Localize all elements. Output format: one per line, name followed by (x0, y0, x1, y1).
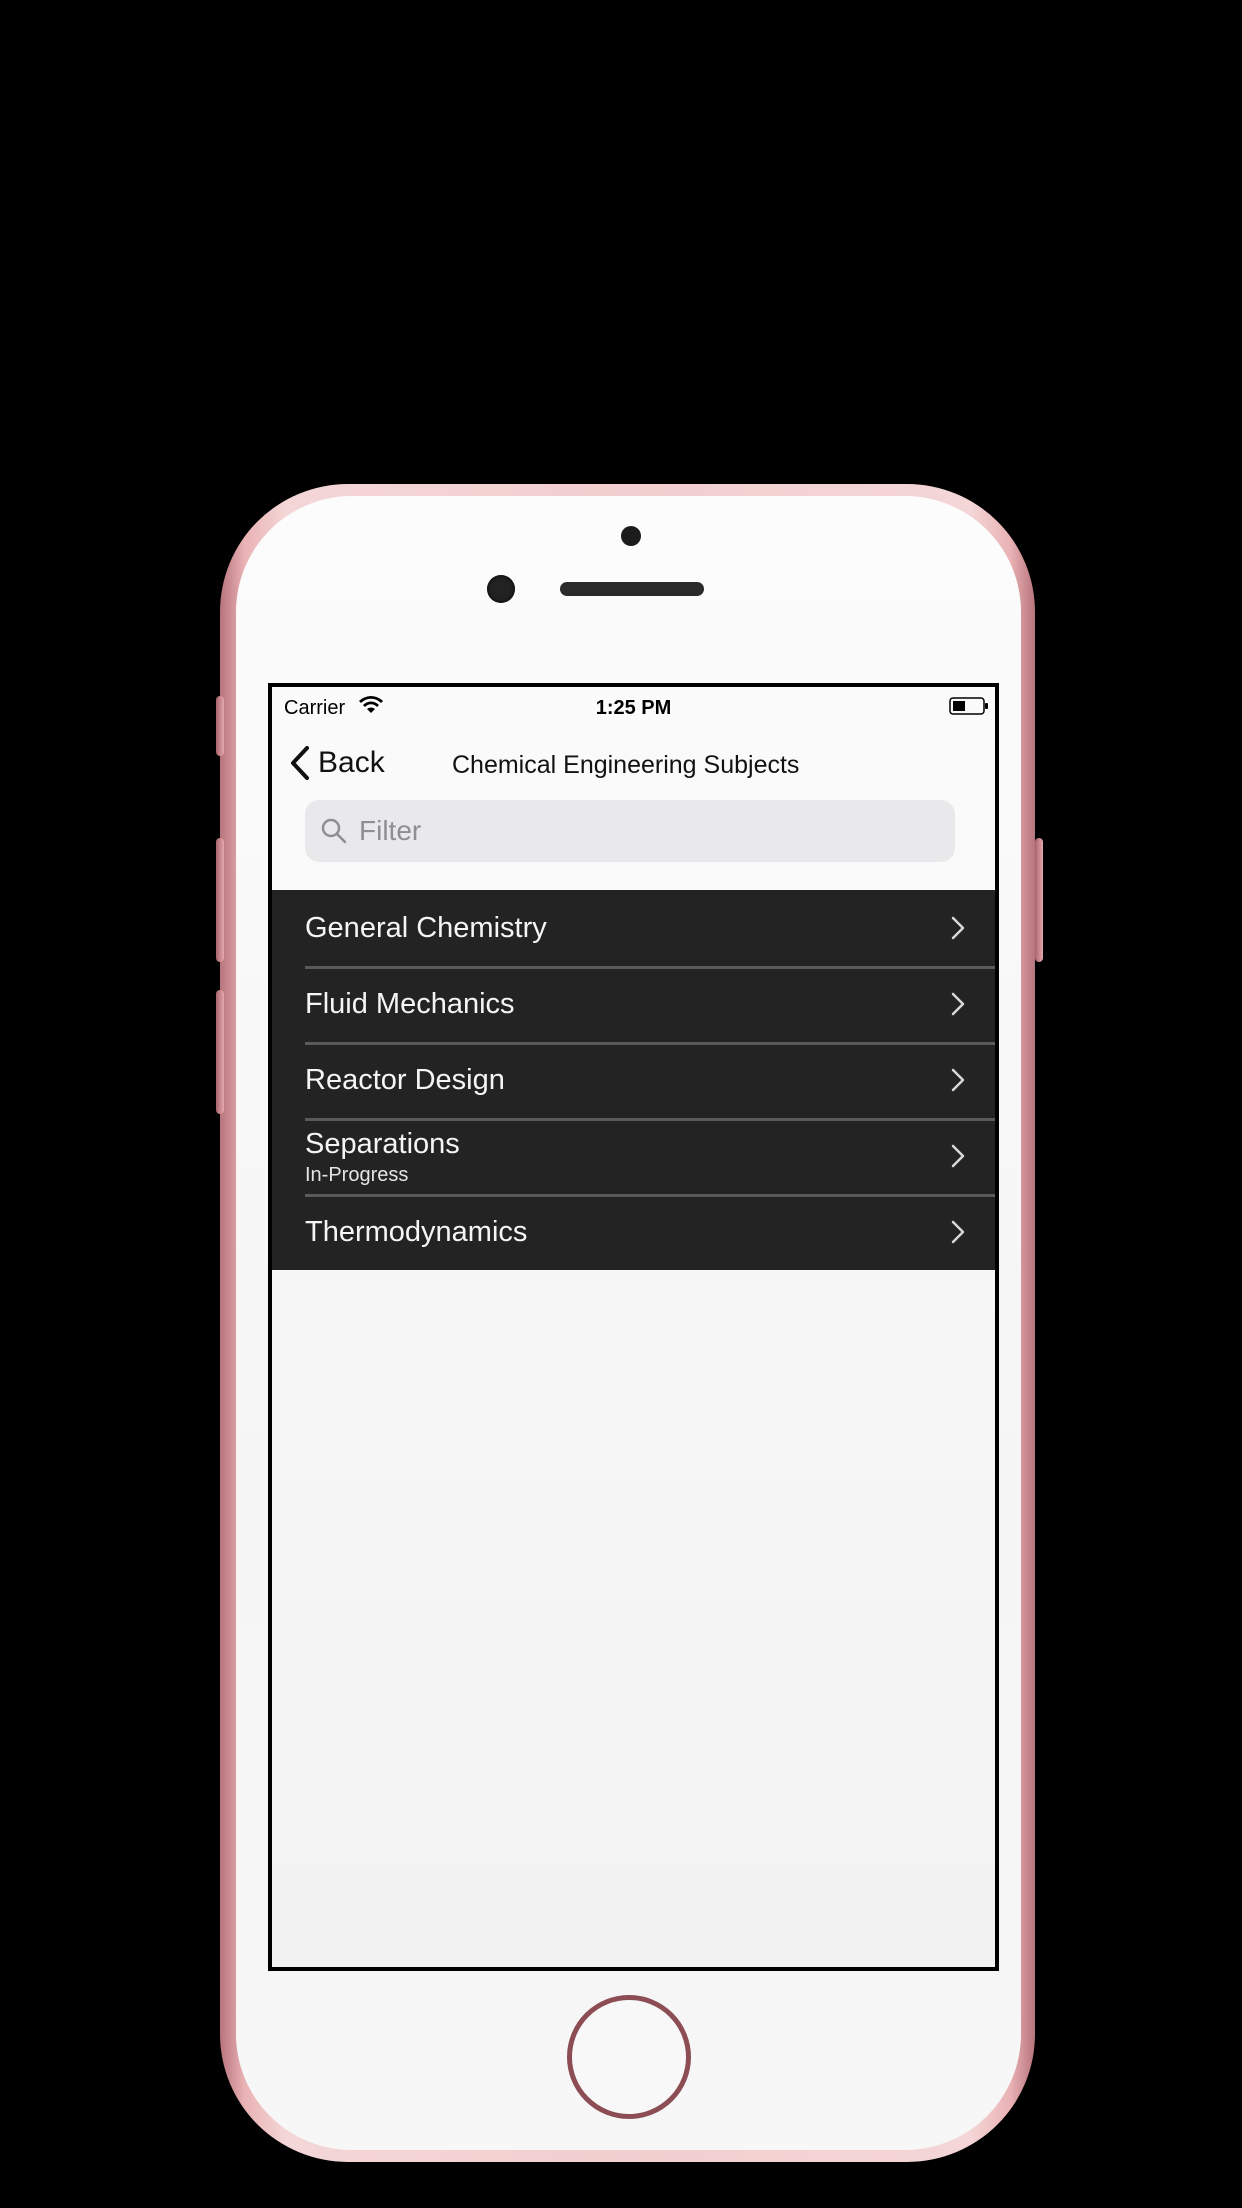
back-button[interactable]: Back (290, 741, 385, 785)
subject-status: In-Progress (305, 1164, 409, 1186)
subject-row-reactor-design[interactable]: Reactor Design (272, 1042, 995, 1118)
subject-list: General Chemistry Fluid Mechanics Reacto… (272, 890, 995, 1270)
subject-title: Fluid Mechanics (305, 988, 515, 1020)
volume-down-button (216, 990, 224, 1114)
chevron-left-icon (291, 746, 309, 780)
earpiece-speaker (560, 582, 704, 596)
front-camera (487, 575, 515, 603)
power-button (1035, 838, 1043, 962)
subject-title: Thermodynamics (305, 1216, 528, 1248)
subject-title: Reactor Design (305, 1064, 505, 1096)
navigation-bar: Back Chemical Engineering Subjects (272, 733, 995, 793)
page-title: Chemical Engineering Subjects (452, 751, 800, 779)
app-screen: Carrier 1:25 PM Back Chemical Engineerin… (268, 683, 999, 1971)
subject-row-fluid-mechanics[interactable]: Fluid Mechanics (272, 966, 995, 1042)
chevron-right-icon (951, 1220, 965, 1244)
subject-row-thermodynamics[interactable]: Thermodynamics (272, 1194, 995, 1270)
status-time: 1:25 PM (595, 697, 672, 719)
back-button-label: Back (318, 746, 385, 779)
chevron-right-icon (951, 916, 965, 940)
chevron-right-icon (951, 1144, 965, 1168)
proximity-sensor (621, 526, 641, 546)
search-bar[interactable] (305, 800, 955, 862)
chevron-right-icon (951, 1068, 965, 1092)
filter-input[interactable] (357, 814, 921, 848)
subject-row-separations[interactable]: Separations In-Progress (272, 1118, 995, 1194)
volume-up-button (216, 838, 224, 962)
subject-row-general-chemistry[interactable]: General Chemistry (272, 890, 995, 966)
mute-switch (216, 696, 224, 756)
search-icon (321, 818, 347, 844)
subject-title: Separations (305, 1128, 460, 1160)
home-button[interactable] (567, 1995, 691, 2119)
chevron-right-icon (951, 992, 965, 1016)
battery-icon (949, 697, 988, 715)
status-bar: Carrier 1:25 PM (272, 687, 995, 729)
subject-title: General Chemistry (305, 912, 547, 944)
